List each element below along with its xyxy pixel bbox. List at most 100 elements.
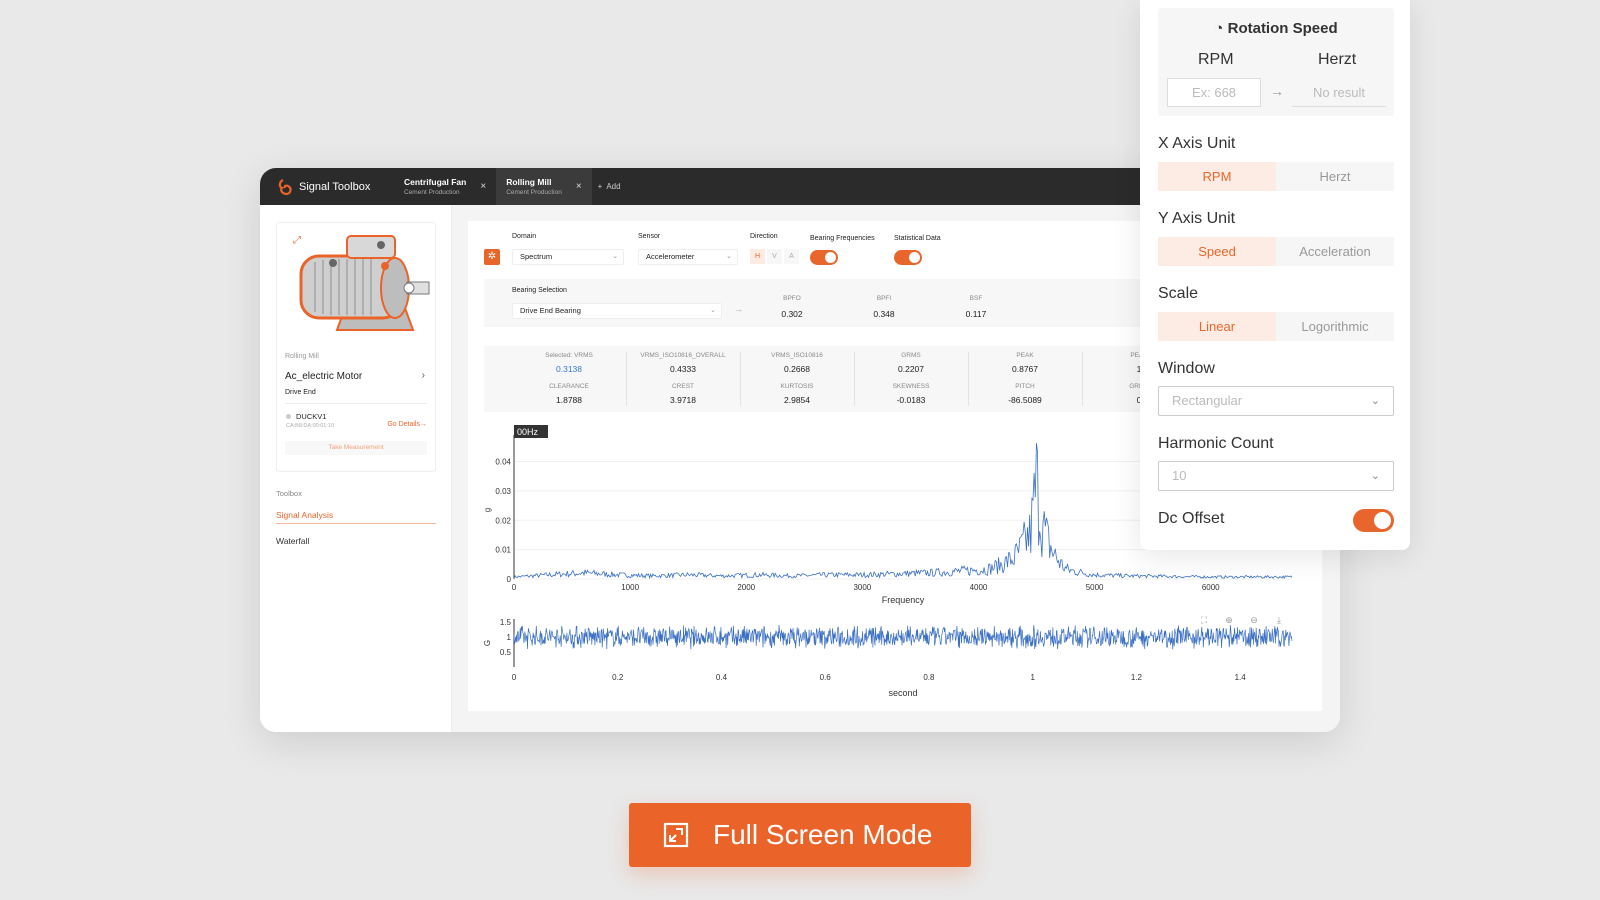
full-screen-button[interactable]: Full Screen Mode: [629, 803, 971, 867]
direction-h-button[interactable]: H: [750, 249, 765, 264]
rpm-input[interactable]: Ex: 668: [1167, 78, 1261, 107]
x-tick-label: 1.4: [1235, 673, 1247, 682]
divider: [626, 352, 627, 406]
stat-label: PEAK: [1016, 352, 1034, 359]
chevron-down-icon: ⌄: [1370, 470, 1380, 482]
x-tick-label: 2000: [737, 583, 755, 592]
x-tick-label: 1000: [621, 583, 639, 592]
sidebar-item-signal-analysis[interactable]: Signal Analysis: [276, 510, 436, 524]
x-tick-label: 6000: [1202, 583, 1220, 592]
stat-value: 0.8767: [1012, 364, 1038, 374]
zoom-out-icon[interactable]: ⊖: [1250, 615, 1258, 625]
frequency-tag-label: 00Hz: [517, 427, 539, 437]
y-tick-label: 1: [507, 633, 512, 642]
scale-toggle: Linear Logorithmic: [1158, 312, 1394, 341]
chevron-down-icon: ⌄: [612, 253, 618, 260]
bpfi-value: 0.348: [873, 309, 895, 319]
stat-label: CLEARANCE: [549, 383, 589, 390]
take-measurement-button[interactable]: Take Measurement: [285, 441, 427, 455]
window-title: Window: [1158, 360, 1215, 377]
y-tick-label: 0.03: [495, 487, 511, 496]
zoom-in-icon[interactable]: ⊕: [1225, 615, 1233, 625]
divider: [968, 352, 969, 406]
sensor-name: DUCKV1: [296, 412, 327, 421]
domain-select[interactable]: Spectrum ⌄: [512, 249, 624, 265]
herzt-label: Herzt: [1318, 51, 1357, 68]
close-icon[interactable]: ×: [480, 181, 486, 192]
tab-rolling-mill[interactable]: Rolling Mill Cement Production ×: [496, 168, 592, 205]
x-tick-label: 0.2: [612, 673, 624, 682]
waveform-chart[interactable]: 0.5 1 1.5 0 0.2 0.4 0.6 0.8 1 1.2 1.4 second G ⛶ ⊕ ⊖ ⤓: [468, 611, 1322, 711]
brand-name: Signal Toolbox: [299, 180, 371, 193]
statistical-data-toggle[interactable]: [894, 250, 922, 265]
machine-name[interactable]: Ac_electric Motor: [285, 371, 362, 382]
stat-label: CREST: [671, 383, 695, 390]
bearing-frequencies-toggle[interactable]: [810, 250, 838, 265]
x-tick-label: 1.2: [1131, 673, 1143, 682]
x-tick-label: 0.4: [716, 673, 728, 682]
y-tick-label: 0.5: [500, 648, 512, 657]
chevron-right-icon[interactable]: ›: [422, 370, 425, 381]
tab-title: Centrifugal Fan: [404, 177, 467, 187]
statistical-data-label: Statistical Data: [894, 235, 941, 242]
rotation-speed-box: ◔ Rotation Speed RPM Herzt Ex: 668 → No …: [1158, 8, 1394, 116]
bearing-selection-select[interactable]: Drive End Bearing ⌄: [512, 303, 722, 319]
y-axis-speed-option[interactable]: Speed: [1158, 237, 1276, 266]
sensor-select[interactable]: Accelerometer ⌄: [638, 249, 738, 265]
go-details-link[interactable]: Go Details→: [387, 421, 427, 428]
x-axis-label: second: [888, 688, 917, 698]
rpm-label: RPM: [1198, 51, 1234, 68]
direction-v-button[interactable]: V: [767, 249, 782, 264]
settings-gear-button[interactable]: ✲: [484, 249, 500, 265]
stat-item: KURTOSIS 2.9854: [740, 383, 854, 405]
window-select[interactable]: Rectangular ⌄: [1158, 386, 1394, 416]
add-tab-button[interactable]: + Add: [592, 182, 621, 191]
dc-offset-toggle[interactable]: [1353, 509, 1394, 532]
arrow-right-icon: →: [734, 304, 743, 314]
x-tick-label: 0.8: [923, 673, 935, 682]
y-axis-acceleration-option[interactable]: Acceleration: [1276, 237, 1394, 266]
direction-a-button[interactable]: A: [784, 249, 799, 264]
status-dot-icon: [286, 414, 291, 419]
bsf-label: BSF: [969, 295, 983, 302]
stat-label: VRMS_ISO10816: [771, 352, 823, 359]
bsf-value: 0.117: [965, 309, 987, 319]
expand-icon[interactable]: ⤢: [293, 235, 301, 246]
domain-label: Domain: [512, 233, 537, 240]
direction-group: H V A: [750, 249, 799, 264]
brand[interactable]: Signal Toolbox: [260, 178, 394, 195]
harmonic-count-select[interactable]: 10 ⌄: [1158, 461, 1394, 491]
stat-value: -0.0183: [896, 395, 926, 405]
full-screen-label: Full Screen Mode: [713, 819, 933, 850]
x-tick-label: 5000: [1086, 583, 1104, 592]
stat-value: 1.8788: [556, 395, 582, 405]
stat-value: 3.9718: [670, 395, 696, 405]
direction-label: Direction: [750, 233, 778, 240]
tab-centrifugal-fan[interactable]: Centrifugal Fan Cement Production ×: [394, 168, 496, 205]
scale-logarithmic-option[interactable]: Logorithmic: [1276, 312, 1394, 341]
stat-item: Selected: VRMS 0.3138: [512, 352, 626, 374]
stat-label: GRMS: [901, 352, 921, 359]
zoom-select-icon[interactable]: ⛶: [1200, 615, 1208, 625]
stat-item: PITCH -86.5089: [968, 383, 1082, 405]
stat-item: CLEARANCE 1.8788: [512, 383, 626, 405]
scale-linear-option[interactable]: Linear: [1158, 312, 1276, 341]
sidebar-item-waterfall[interactable]: Waterfall: [276, 536, 436, 546]
x-axis-herzt-option[interactable]: Herzt: [1276, 162, 1394, 191]
plus-icon: +: [597, 182, 603, 191]
divider: [285, 403, 427, 404]
close-icon[interactable]: ×: [576, 181, 582, 192]
divider: [854, 352, 855, 406]
y-axis-label: G: [483, 640, 492, 646]
y-axis-unit-title: Y Axis Unit: [1158, 210, 1236, 227]
scale-title: Scale: [1158, 285, 1199, 302]
tab-subtitle: Cement Production: [404, 189, 460, 196]
brand-logo-icon: [278, 178, 292, 195]
electric-motor-illustration: [299, 235, 430, 331]
x-axis-rpm-option[interactable]: RPM: [1158, 162, 1276, 191]
toolbox-heading: Toolbox: [276, 489, 302, 498]
download-icon[interactable]: ⤓: [1277, 615, 1281, 625]
bpfi-label: BPFI: [876, 295, 892, 302]
domain-value: Spectrum: [520, 252, 553, 261]
stat-item: VRMS_ISO10816_OVERALL 0.4333: [626, 352, 740, 374]
